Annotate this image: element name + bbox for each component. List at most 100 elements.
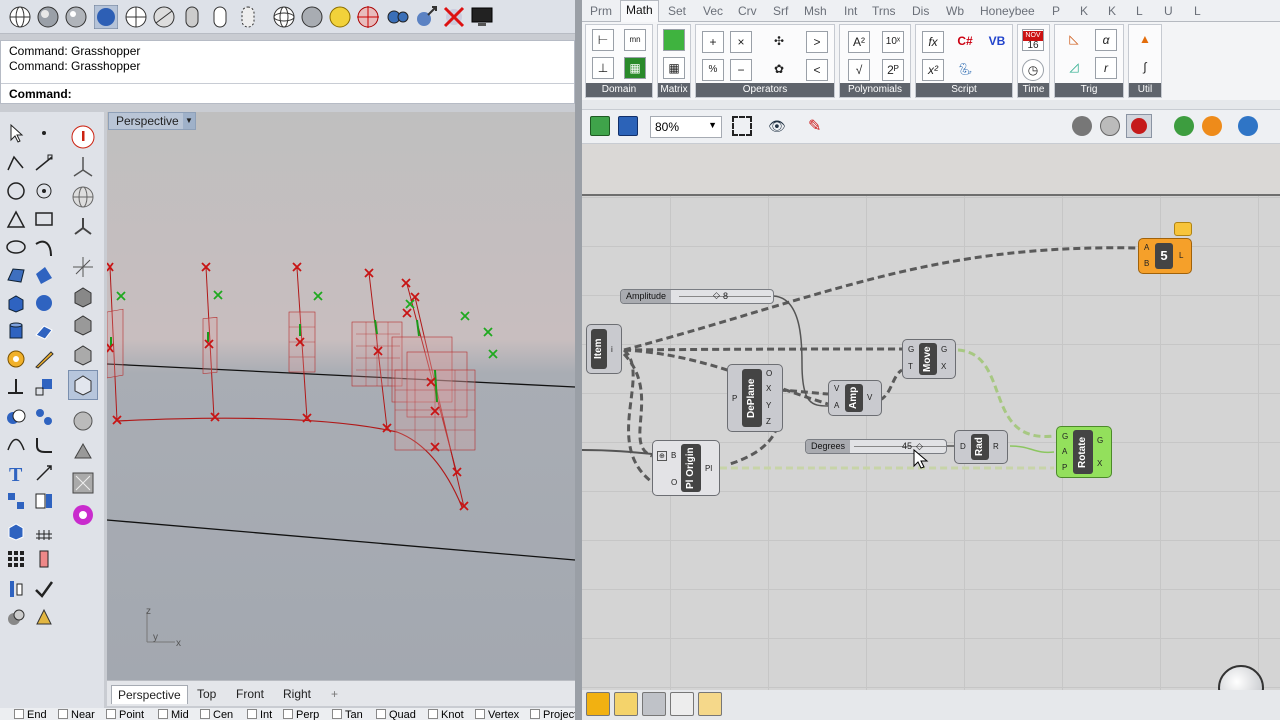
pan-icon[interactable] xyxy=(70,408,96,434)
cylinder-icon[interactable] xyxy=(5,320,27,342)
triangle-icon[interactable] xyxy=(5,208,27,230)
tab-vec[interactable]: Vec xyxy=(703,4,723,18)
curve-icon[interactable] xyxy=(5,434,27,456)
amplitude-slider[interactable]: Amplitude ◇ 8 xyxy=(620,289,774,304)
wireframe-preview-icon[interactable] xyxy=(1100,116,1120,136)
osnap-quad[interactable]: Quad xyxy=(376,709,416,720)
radius-icon[interactable]: r xyxy=(1095,57,1117,79)
sphere-wire-icon[interactable] xyxy=(8,5,32,29)
osnap-perp[interactable]: Perp xyxy=(283,709,319,720)
boolean-icon[interactable] xyxy=(5,406,27,428)
explode-icon[interactable] xyxy=(33,406,55,428)
loft-icon[interactable] xyxy=(33,264,55,286)
zoom-extents-icon[interactable] xyxy=(70,470,96,496)
alpha-icon[interactable]: α xyxy=(1095,29,1117,51)
osnap-tan[interactable]: Tan xyxy=(332,709,363,720)
snap-grid-icon[interactable] xyxy=(586,692,610,716)
window-splitter[interactable] xyxy=(575,0,582,720)
preview-eye-icon[interactable]: 👁︎ xyxy=(768,118,792,134)
command-prompt[interactable]: Command: xyxy=(1,83,574,103)
python-icon[interactable]: 🐍︎ xyxy=(954,59,976,81)
pencil-orange-icon[interactable] xyxy=(33,348,55,370)
download-icon[interactable] xyxy=(642,692,666,716)
array-icon[interactable] xyxy=(33,548,55,570)
blue-sphere-icon[interactable] xyxy=(93,4,119,30)
gear-orange-icon[interactable] xyxy=(5,348,27,370)
clock-icon[interactable]: ◷ xyxy=(1022,59,1044,81)
osnap-project[interactable]: Project xyxy=(530,709,577,720)
arc-icon[interactable] xyxy=(33,236,55,258)
snap-tools-icon[interactable] xyxy=(614,692,638,716)
check-icon[interactable] xyxy=(33,578,55,600)
cplane-icon[interactable] xyxy=(70,154,96,180)
autosave-icon[interactable] xyxy=(698,692,722,716)
text-icon[interactable]: T xyxy=(5,462,27,486)
ellipse-icon[interactable] xyxy=(5,236,27,258)
tab-k1[interactable]: K xyxy=(1080,4,1088,18)
circle-icon[interactable] xyxy=(5,180,27,202)
osnap-point[interactable]: Point xyxy=(106,709,144,720)
view-right-icon[interactable] xyxy=(70,342,96,368)
slider-grip-icon[interactable]: ◇ xyxy=(713,290,720,301)
display-settings-icon[interactable] xyxy=(1238,116,1258,136)
fillet-icon[interactable] xyxy=(33,434,55,456)
document-preview-icon[interactable] xyxy=(1202,116,1222,136)
tab-prm[interactable]: Prm xyxy=(590,4,612,18)
tab-trns[interactable]: Trns xyxy=(872,4,896,18)
tab-p[interactable]: P xyxy=(1052,4,1060,18)
expression-button-icon[interactable] xyxy=(670,692,694,716)
smaller-icon[interactable]: < xyxy=(806,59,828,81)
view-top-icon[interactable] xyxy=(70,284,96,310)
rotate-component[interactable]: G A P Rotate G X xyxy=(1056,426,1112,478)
capsule-dash-icon[interactable] xyxy=(236,5,260,29)
selected-only-icon[interactable] xyxy=(1174,116,1194,136)
vb-icon[interactable]: VB xyxy=(986,31,1008,53)
expression-icon[interactable]: fx xyxy=(922,31,944,53)
deplane-component[interactable]: P DePlane O X Y Z xyxy=(727,364,783,432)
tab-top[interactable]: Top xyxy=(191,685,222,704)
pl-origin-component[interactable]: ⊕ B O Pl Origin Pl xyxy=(652,440,720,496)
select-arrow-icon[interactable] xyxy=(5,122,27,144)
triangle-green-icon[interactable]: ◿ xyxy=(1063,57,1085,79)
power-of-10-icon[interactable]: 10ˣ xyxy=(882,31,904,53)
viewport-title-tab[interactable]: Perspective ▼ xyxy=(108,112,196,130)
world-axes-icon[interactable] xyxy=(70,254,96,280)
info-stop-icon[interactable] xyxy=(70,124,96,150)
render-icon[interactable] xyxy=(5,606,27,628)
triangle-trig-icon[interactable]: ◺ xyxy=(1063,29,1085,51)
power-icon[interactable]: A² xyxy=(848,31,870,53)
shaded-sphere-icon[interactable] xyxy=(36,5,60,29)
zoom-extents-icon[interactable] xyxy=(732,116,752,136)
ghosted-sphere-icon[interactable] xyxy=(152,5,176,29)
tab-wb[interactable]: Wb xyxy=(946,4,964,18)
transform-icon[interactable] xyxy=(414,5,438,29)
save-file-icon[interactable] xyxy=(618,116,638,136)
material-icon[interactable] xyxy=(33,606,55,628)
gaussian-icon[interactable]: ▲ xyxy=(1134,29,1156,51)
item-component[interactable]: Item i xyxy=(586,324,622,374)
osnap-vertex[interactable]: Vertex xyxy=(475,709,519,720)
point-icon[interactable] xyxy=(33,122,55,144)
consecutive-icon[interactable]: ▦ xyxy=(624,57,646,79)
xray-sphere-icon[interactable] xyxy=(124,5,148,29)
perspective-viewport[interactable]: z y x xyxy=(107,112,575,680)
tab-crv[interactable]: Crv xyxy=(738,4,757,18)
view-front-icon[interactable] xyxy=(70,312,96,338)
analyze-icon[interactable] xyxy=(5,578,27,600)
mesh-grid-icon[interactable] xyxy=(33,520,55,542)
matrix-grid-icon[interactable]: ▦ xyxy=(663,57,685,79)
remap-icon[interactable]: ⊥ xyxy=(592,57,614,79)
tab-msh[interactable]: Msh xyxy=(804,4,827,18)
sphere-blue-icon[interactable] xyxy=(33,292,55,314)
open-file-icon[interactable] xyxy=(590,116,610,136)
subtraction-icon[interactable]: − xyxy=(730,59,752,81)
axis-tripod-icon[interactable] xyxy=(70,214,96,240)
tab-u[interactable]: U xyxy=(1164,4,1173,18)
light-bulb-icon[interactable] xyxy=(328,5,352,29)
crosshair-sphere-icon[interactable] xyxy=(356,5,380,29)
multiplication-icon[interactable]: × xyxy=(730,31,752,53)
globe-grey-icon[interactable] xyxy=(70,184,96,210)
globe-icon[interactable] xyxy=(272,5,296,29)
osnap-mid[interactable]: Mid xyxy=(158,709,189,720)
tab-front[interactable]: Front xyxy=(230,685,270,704)
